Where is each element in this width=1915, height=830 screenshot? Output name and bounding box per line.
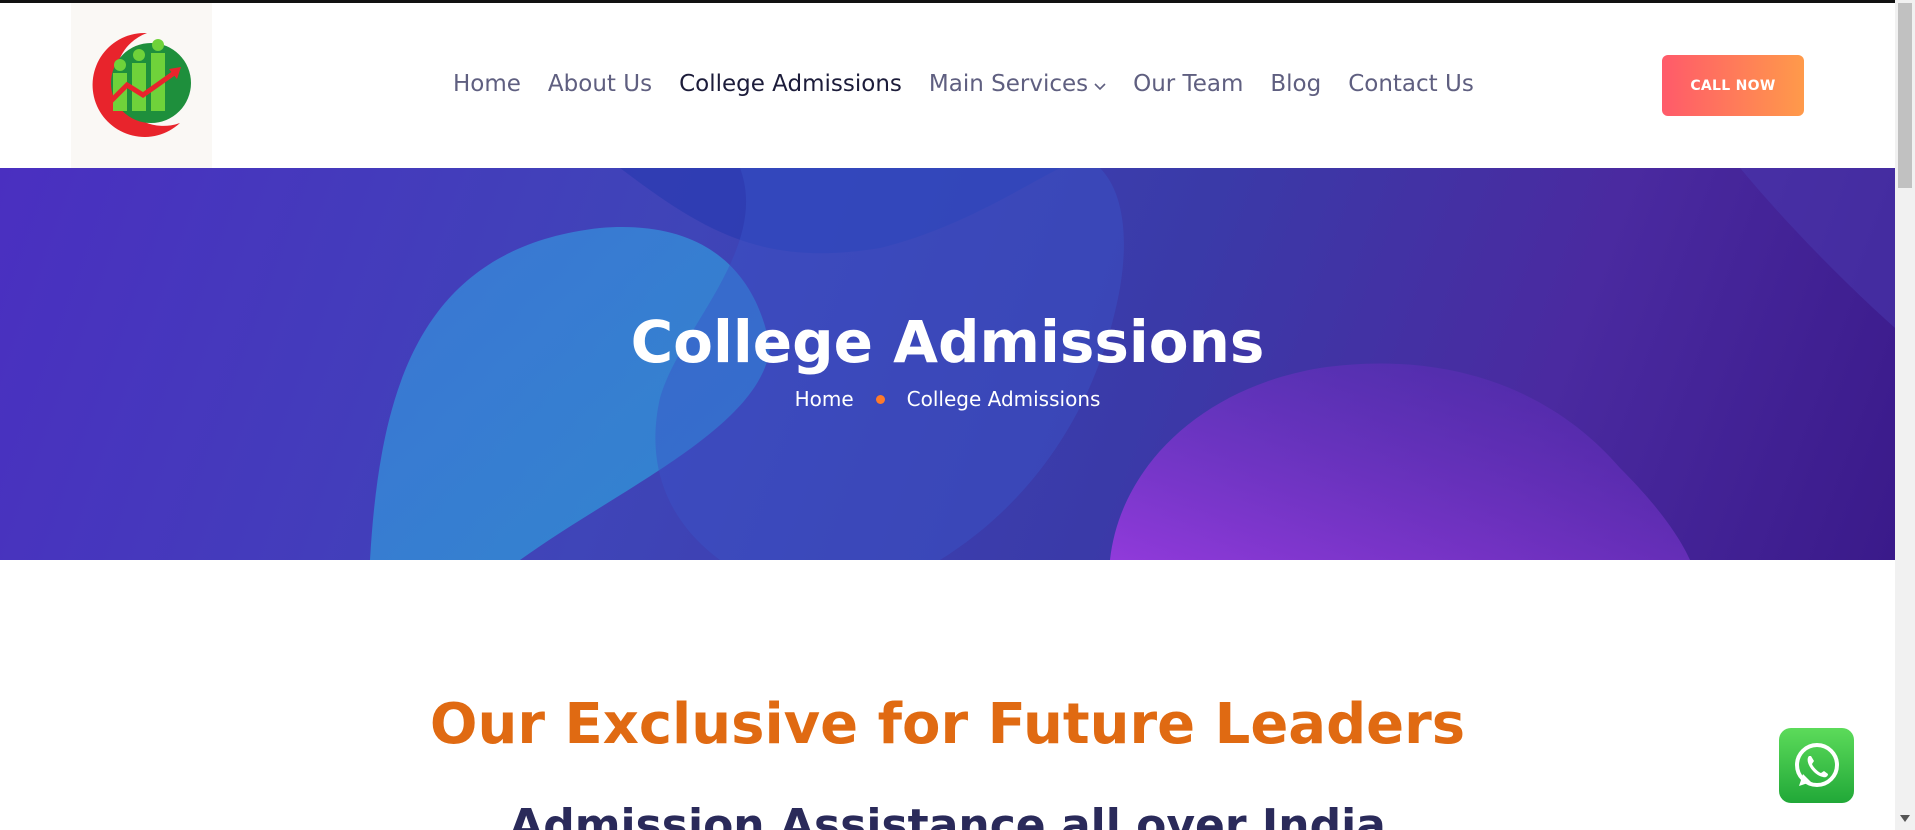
chevron-down-icon	[1094, 71, 1106, 97]
breadcrumb-home-link[interactable]: Home	[795, 387, 854, 411]
breadcrumb-separator-dot	[875, 394, 885, 404]
breadcrumb: Home College Admissions	[0, 387, 1895, 411]
logo[interactable]	[71, 3, 212, 168]
nav-blog[interactable]: Blog	[1270, 71, 1321, 97]
page-title: College Admissions	[630, 308, 1265, 376]
nav-our-team[interactable]: Our Team	[1133, 71, 1243, 97]
nav-main-services[interactable]: Main Services	[929, 71, 1106, 97]
section-heading: Our Exclusive for Future Leaders	[429, 692, 1466, 757]
nav-college-admissions[interactable]: College Admissions	[679, 71, 902, 97]
whatsapp-button[interactable]	[1779, 728, 1854, 803]
call-now-button[interactable]: CALL NOW	[1662, 55, 1804, 116]
section-subheading: Admission Assistance all over India	[509, 800, 1386, 830]
main-nav: Home About Us College Admissions Main Se…	[453, 71, 1501, 97]
breadcrumb-current: College Admissions	[906, 387, 1101, 411]
nav-home[interactable]: Home	[453, 71, 521, 97]
whatsapp-icon	[1794, 742, 1839, 787]
nav-main-services-label: Main Services	[928, 71, 1089, 97]
page-scrollbar[interactable]	[1895, 0, 1915, 830]
site-header: Home About Us College Admissions Main Se…	[0, 3, 1895, 168]
scrollbar-thumb[interactable]	[1898, 3, 1912, 188]
hero-banner: College Admissions Home College Admissio…	[0, 168, 1895, 560]
nav-contact-us[interactable]: Contact Us	[1348, 71, 1474, 97]
scroll-down-arrow-icon[interactable]	[1900, 815, 1910, 822]
nav-about-us[interactable]: About Us	[548, 71, 652, 97]
company-logo-icon	[92, 32, 191, 137]
